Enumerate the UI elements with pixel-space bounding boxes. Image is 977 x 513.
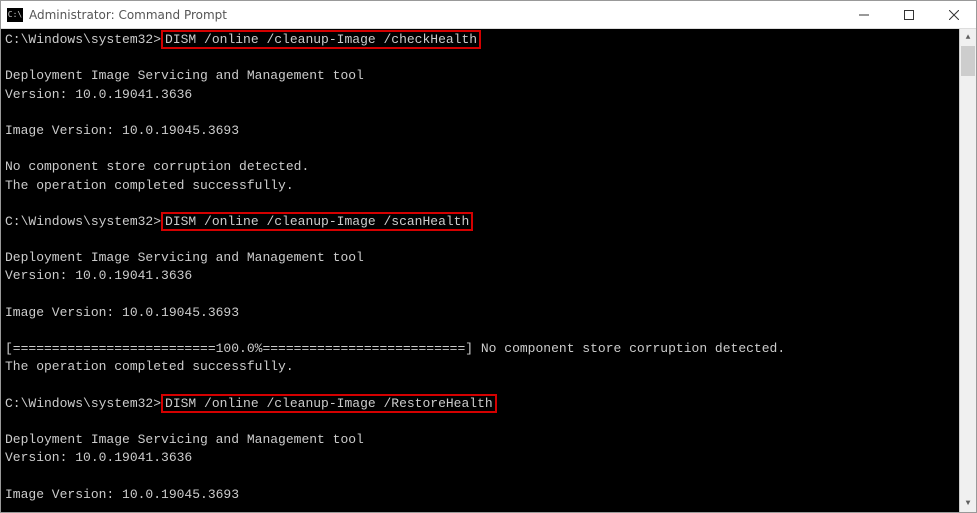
command-restorehealth: DISM /online /cleanup-Image /RestoreHeal… <box>161 394 497 413</box>
content-area: C:\Windows\system32>DISM /online /cleanu… <box>1 29 976 512</box>
output-line: Version: 10.0.19041.3636 <box>5 87 192 102</box>
titlebar[interactable]: C:\ Administrator: Command Prompt <box>1 1 976 29</box>
window-title: Administrator: Command Prompt <box>29 8 841 22</box>
scroll-up-arrow-icon[interactable]: ▲ <box>960 29 976 46</box>
output-line: Version: 10.0.19041.3636 <box>5 450 192 465</box>
output-line: Deployment Image Servicing and Managemen… <box>5 250 364 265</box>
maximize-button[interactable] <box>886 1 931 29</box>
scrollbar-thumb[interactable] <box>961 46 975 76</box>
output-line: Deployment Image Servicing and Managemen… <box>5 432 364 447</box>
maximize-icon <box>904 10 914 20</box>
prompt-text: C:\Windows\system32> <box>5 32 161 47</box>
command-checkhealth: DISM /online /cleanup-Image /checkHealth <box>161 30 481 49</box>
command-scanhealth: DISM /online /cleanup-Image /scanHealth <box>161 212 473 231</box>
prompt-text: C:\Windows\system32> <box>5 396 161 411</box>
vertical-scrollbar[interactable]: ▲ ▼ <box>959 29 976 512</box>
command-prompt-window: C:\ Administrator: Command Prompt C:\Win… <box>0 0 977 513</box>
close-icon <box>949 10 959 20</box>
output-line: Image Version: 10.0.19045.3693 <box>5 487 239 502</box>
scrollbar-track[interactable] <box>960 46 976 495</box>
scroll-down-arrow-icon[interactable]: ▼ <box>960 495 976 512</box>
minimize-icon <box>859 10 869 20</box>
prompt-text: C:\Windows\system32> <box>5 214 161 229</box>
minimize-button[interactable] <box>841 1 886 29</box>
output-line: The operation completed successfully. <box>5 359 294 374</box>
output-line: Image Version: 10.0.19045.3693 <box>5 305 239 320</box>
output-line: Version: 10.0.19041.3636 <box>5 268 192 283</box>
output-line: [==========================100.0%=======… <box>5 341 785 356</box>
terminal-output[interactable]: C:\Windows\system32>DISM /online /cleanu… <box>1 29 959 512</box>
window-controls <box>841 1 976 29</box>
cmd-icon: C:\ <box>7 8 23 22</box>
output-line: The operation completed successfully. <box>5 178 294 193</box>
close-button[interactable] <box>931 1 976 29</box>
output-line: Image Version: 10.0.19045.3693 <box>5 123 239 138</box>
output-line: Deployment Image Servicing and Managemen… <box>5 68 364 83</box>
output-line: No component store corruption detected. <box>5 159 309 174</box>
